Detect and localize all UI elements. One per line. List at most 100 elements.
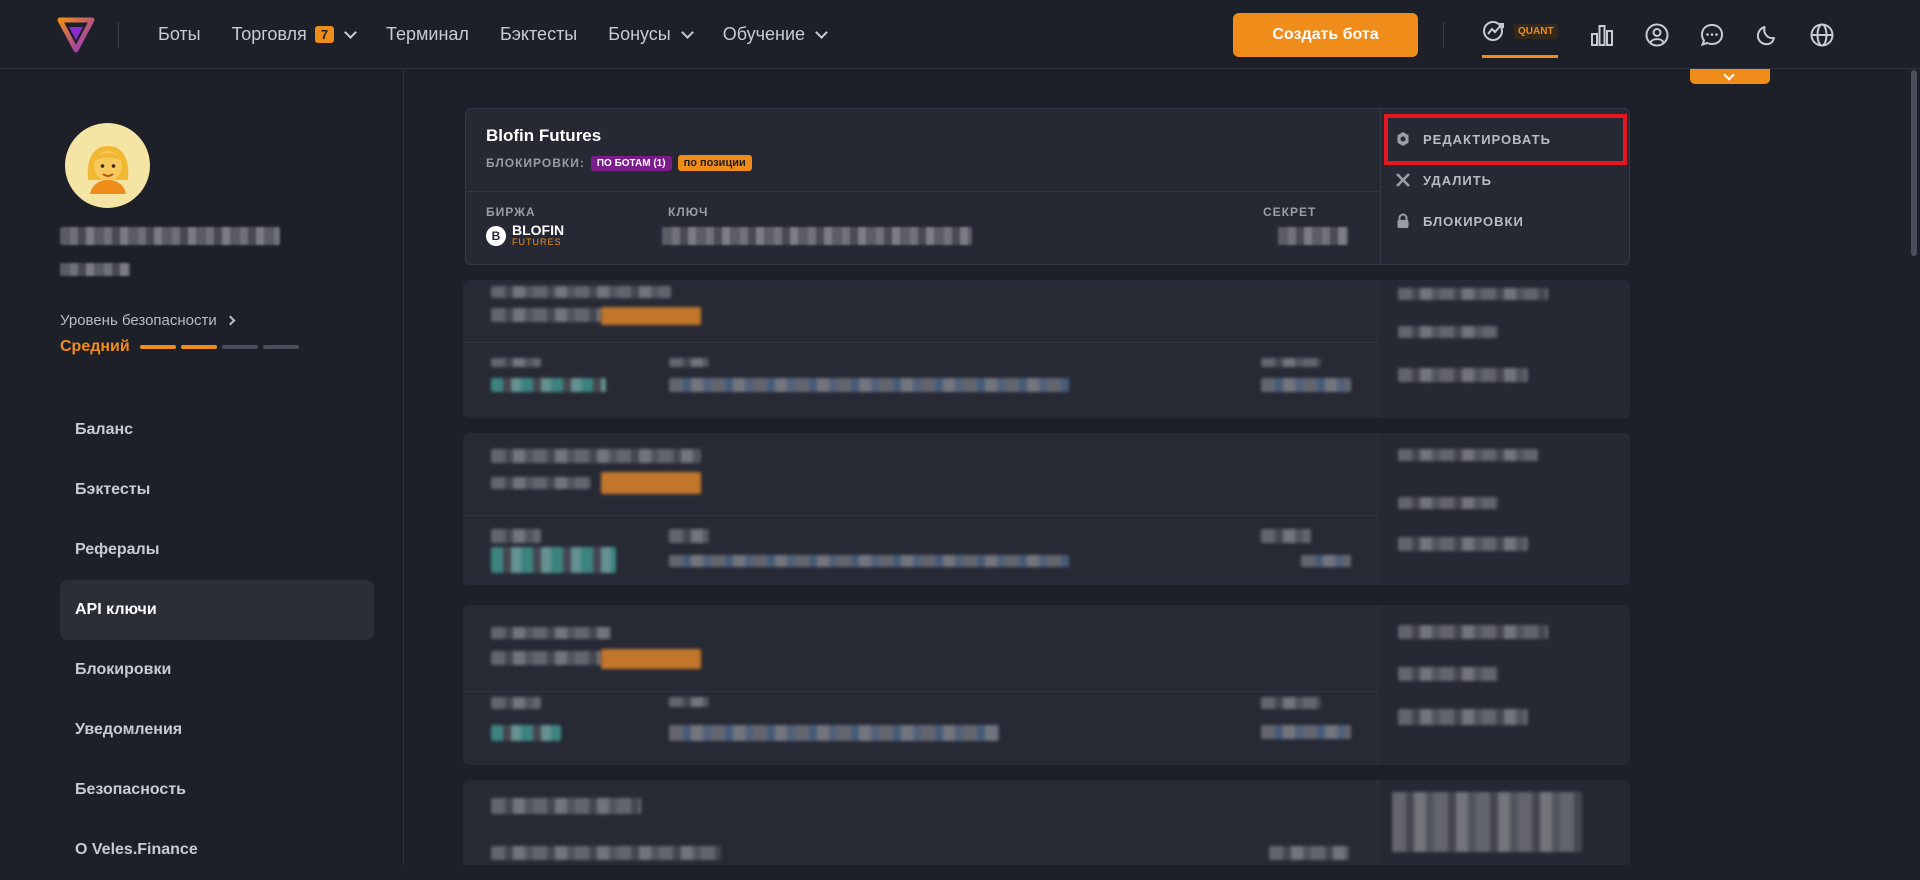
redacted-text <box>491 286 671 298</box>
sidebar-item-security[interactable]: Безопасность <box>60 760 374 820</box>
redacted-text <box>1398 709 1528 725</box>
locks-row: БЛОКИРОВКИ: ПО БОТАМ (1) по позиции <box>486 155 752 171</box>
security-level-bars <box>139 345 299 349</box>
redacted-text <box>1261 725 1351 739</box>
chevron-down-icon <box>815 25 828 39</box>
divider <box>463 342 1377 343</box>
scrollbar-thumb[interactable] <box>1911 70 1917 256</box>
sidebar-item-locks[interactable]: Блокировки <box>60 640 374 700</box>
redacted-text <box>491 627 611 639</box>
nav-bonuses-label: Бонусы <box>608 24 671 44</box>
redacted-text <box>491 846 721 860</box>
dark-mode-moon-icon[interactable] <box>1754 22 1780 48</box>
divider <box>118 22 119 48</box>
redacted-text <box>491 358 541 367</box>
redacted-text <box>1261 358 1321 367</box>
blofin-icon: B <box>486 225 506 246</box>
redacted-text <box>1398 449 1538 461</box>
sidebar-item-backtests[interactable]: Бэктесты <box>60 460 374 520</box>
redacted-text <box>669 378 1069 392</box>
nav-bots[interactable]: Боты <box>158 24 201 45</box>
api-key-card-redacted <box>463 280 1630 418</box>
expand-tab[interactable] <box>1690 69 1770 84</box>
lock-tag-position: по позиции <box>677 155 752 171</box>
api-key-card-redacted <box>463 433 1630 585</box>
nav-terminal[interactable]: Терминал <box>386 24 469 45</box>
sidebar-item-api-keys[interactable]: API ключи <box>60 580 374 640</box>
secret-column-label: СЕКРЕТ <box>1263 205 1317 219</box>
avatar-person-icon <box>87 145 128 194</box>
api-secret-value-redacted <box>1278 227 1348 245</box>
sidebar-item-notifications[interactable]: Уведомления <box>60 700 374 760</box>
redacted-text <box>1398 625 1548 639</box>
redacted-tag <box>601 472 701 494</box>
create-bot-button[interactable]: Создать бота <box>1233 13 1418 57</box>
sidebar-item-about[interactable]: О Veles.Finance <box>60 820 374 880</box>
chat-icon[interactable] <box>1699 22 1725 48</box>
quant-button[interactable]: QUANT <box>1482 18 1558 58</box>
redacted-actions <box>1377 433 1630 585</box>
chevron-down-icon <box>680 25 694 39</box>
nav-trading-label: Торговля <box>231 24 307 44</box>
security-level-value: Средний <box>60 338 130 355</box>
security-level-label: Уровень безопасности <box>60 312 217 329</box>
quant-chart-icon <box>1483 21 1504 41</box>
redacted-text <box>491 529 541 543</box>
redacted-text <box>669 555 1069 567</box>
locks-action-label: БЛОКИРОВКИ <box>1423 213 1524 229</box>
sidebar: Уровень безопасности Средний Баланс Бэкт… <box>0 70 404 865</box>
redacted-text <box>491 547 616 573</box>
sidebar-item-referrals[interactable]: Рефералы <box>60 520 374 580</box>
redacted-text <box>491 725 561 741</box>
statistics-icon[interactable] <box>1589 22 1615 48</box>
delete-button[interactable]: УДАЛИТЬ <box>1395 172 1492 188</box>
quant-label: QUANT <box>1514 24 1558 39</box>
redacted-actions <box>1377 605 1630 765</box>
nav-learning-label: Обучение <box>722 24 806 44</box>
redacted-text <box>1398 537 1528 551</box>
sidebar-menu: Баланс Бэктесты Рефералы API ключи Блоки… <box>60 400 374 880</box>
exchange-column-label: БИРЖА <box>486 205 536 219</box>
redacted-text <box>1261 378 1351 392</box>
security-level-link[interactable]: Уровень безопасности <box>60 312 236 329</box>
language-globe-icon[interactable] <box>1809 22 1835 48</box>
trading-count-badge: 7 <box>314 26 335 43</box>
nav-backtests[interactable]: Бэктесты <box>500 24 577 45</box>
redacted-text <box>669 529 709 543</box>
redacted-text <box>1261 529 1311 543</box>
lock-tag-bots: ПО БОТАМ (1) <box>590 155 672 171</box>
lock-icon <box>1395 213 1411 229</box>
divider <box>463 515 1377 516</box>
redacted-tag <box>601 649 701 669</box>
api-key-value-redacted <box>662 227 972 245</box>
top-bar: Боты Торговля 7 Терминал Бэктесты Бонусы… <box>0 0 1920 69</box>
redacted-text <box>1398 667 1498 681</box>
divider <box>1443 22 1444 48</box>
veles-logo-icon[interactable] <box>56 14 96 54</box>
redacted-text <box>491 477 591 489</box>
nav-backtests-label: Бэктесты <box>499 24 578 44</box>
redacted-text <box>491 697 541 709</box>
redacted-text <box>1398 288 1548 300</box>
redacted-text <box>669 358 709 367</box>
divider <box>463 691 1377 692</box>
redacted-text <box>1398 326 1498 338</box>
divider <box>466 191 1380 192</box>
user-id-redacted <box>60 263 130 276</box>
avatar <box>65 123 150 208</box>
api-key-card-redacted <box>463 780 1630 865</box>
redacted-actions <box>1377 280 1630 418</box>
nav-bonuses[interactable]: Бонусы <box>608 24 694 45</box>
chevron-right-icon <box>225 315 236 326</box>
exchange-name: BLOFIN <box>512 222 565 238</box>
redacted-text <box>1392 792 1582 852</box>
nav-learning[interactable]: Обучение <box>722 24 828 45</box>
redacted-text <box>1301 555 1351 567</box>
exchange-type: FUTURES <box>512 237 562 247</box>
chevron-down-icon <box>1723 69 1735 81</box>
nav-trading[interactable]: Торговля 7 <box>231 24 357 45</box>
user-profile-icon[interactable] <box>1644 22 1670 48</box>
sidebar-item-balance[interactable]: Баланс <box>60 400 374 460</box>
redacted-tag <box>601 307 701 325</box>
locks-button[interactable]: БЛОКИРОВКИ <box>1395 213 1524 229</box>
